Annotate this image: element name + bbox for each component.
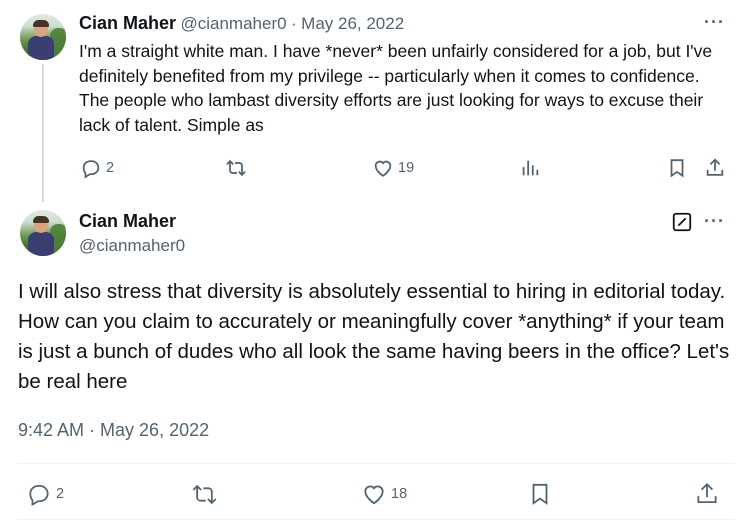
- separator-dot: ·: [291, 14, 297, 33]
- divider: [18, 463, 734, 464]
- like-button[interactable]: 18: [361, 481, 407, 507]
- retweet-button[interactable]: [191, 481, 218, 508]
- like-count: 19: [398, 160, 415, 176]
- reply-button[interactable]: 2: [26, 481, 64, 507]
- tweet-date[interactable]: May 26, 2022: [301, 14, 404, 33]
- thread-line: [42, 64, 44, 202]
- bookmark-icon: [527, 481, 553, 507]
- share-button[interactable]: [694, 481, 720, 507]
- reply-count: 2: [106, 160, 115, 176]
- bookmark-icon: [666, 157, 688, 179]
- edit-icon: [671, 211, 693, 233]
- like-count: 18: [391, 486, 408, 502]
- analytics-icon: [519, 157, 541, 179]
- heart-icon: [372, 157, 394, 179]
- tweet2-text: I will also stress that diversity is abs…: [18, 280, 730, 393]
- author-name[interactable]: Cian Maher: [79, 13, 176, 33]
- retweet-icon: [191, 481, 218, 508]
- avatar[interactable]: [20, 14, 66, 60]
- heart-icon: [361, 481, 387, 507]
- author-name[interactable]: Cian Maher: [79, 211, 176, 232]
- retweet-button[interactable]: [225, 157, 247, 179]
- tweet1-text: I'm a straight white man. I have *never*…: [79, 41, 713, 135]
- like-button[interactable]: 19: [372, 157, 414, 179]
- more-options-button[interactable]: ···: [704, 12, 725, 33]
- bookmark-button[interactable]: [666, 157, 688, 179]
- reply-icon: [26, 481, 52, 507]
- share-button[interactable]: [704, 157, 726, 179]
- tweet-timestamp[interactable]: 9:42 AM · May 26, 2022: [18, 420, 209, 441]
- tweet1-header: Cian Maher @cianmaher0 · May 26, 2022: [79, 13, 404, 34]
- reply-icon: [80, 157, 102, 179]
- reply-count: 2: [56, 486, 65, 502]
- divider: [18, 519, 734, 520]
- author-handle[interactable]: @cianmaher0: [79, 236, 185, 256]
- bookmark-button[interactable]: [527, 481, 553, 507]
- reply-button[interactable]: 2: [80, 157, 114, 179]
- edit-button[interactable]: [671, 211, 693, 233]
- share-icon: [694, 481, 720, 507]
- share-icon: [704, 157, 726, 179]
- more-options-button[interactable]: ···: [704, 211, 725, 232]
- views-button[interactable]: [519, 157, 541, 179]
- avatar[interactable]: [20, 210, 66, 256]
- retweet-icon: [225, 157, 247, 179]
- author-handle[interactable]: @cianmaher0: [180, 14, 286, 33]
